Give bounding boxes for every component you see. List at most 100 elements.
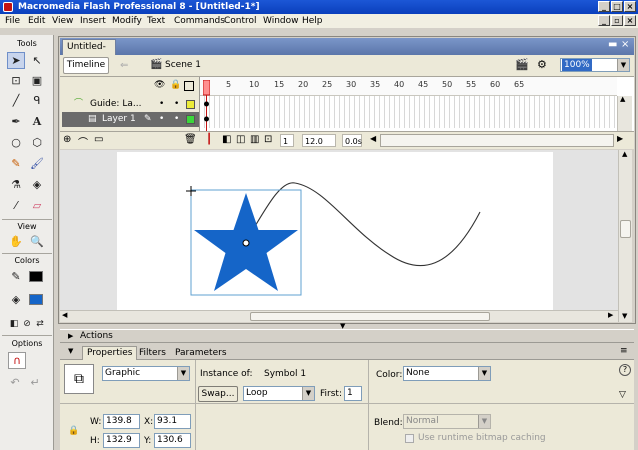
- doc-close-button[interactable]: ×: [624, 15, 636, 26]
- show-hide-eye-icon[interactable]: 👁: [154, 80, 165, 90]
- color-effect-select[interactable]: None ▼: [403, 366, 491, 381]
- stage-artwork[interactable]: [60, 150, 618, 310]
- panel-options-icon[interactable]: ≡: [620, 346, 628, 356]
- swap-button[interactable]: Swap...: [198, 386, 238, 402]
- add-guide-layer-icon[interactable]: ⌒: [78, 134, 88, 149]
- scroll-right-icon[interactable]: ▶: [608, 311, 613, 319]
- back-arrow-icon[interactable]: ⇐: [120, 60, 128, 71]
- visibility-dot[interactable]: •: [159, 112, 164, 127]
- center-frame-icon[interactable]: ┃: [206, 134, 212, 145]
- onion-outlines-icon[interactable]: ◫: [236, 134, 245, 145]
- delete-layer-icon[interactable]: 🗑: [184, 134, 197, 145]
- line-tool-icon[interactable]: ╱: [7, 92, 25, 109]
- doc-minimize-button[interactable]: _: [598, 15, 610, 26]
- menu-file[interactable]: File: [5, 15, 20, 27]
- subselection-tool-icon[interactable]: ↖: [28, 52, 46, 69]
- close-button[interactable]: ×: [624, 1, 636, 12]
- menu-view[interactable]: View: [52, 15, 73, 27]
- menu-edit[interactable]: Edit: [28, 15, 45, 27]
- scroll-up-icon[interactable]: ▲: [622, 150, 627, 158]
- expand-right-icon[interactable]: ▶: [68, 330, 73, 343]
- polystar-tool-icon[interactable]: ⬡: [28, 134, 46, 151]
- visibility-dot[interactable]: •: [159, 97, 164, 112]
- outline-color-swatch[interactable]: [186, 115, 195, 124]
- onion-skin-icon[interactable]: ◧: [222, 134, 231, 145]
- actions-panel-header[interactable]: ▶ Actions: [60, 329, 634, 343]
- edit-multiple-frames-icon[interactable]: ▥: [250, 134, 259, 145]
- width-input[interactable]: 139.8: [103, 414, 140, 429]
- hscroll-thumb[interactable]: [250, 312, 490, 321]
- lock-proportions-icon[interactable]: 🔒: [68, 426, 79, 436]
- menu-text[interactable]: Text: [147, 15, 165, 27]
- layer-row-layer1[interactable]: ▤ Layer 1 ✎ • •: [62, 112, 199, 127]
- menu-help[interactable]: Help: [302, 15, 323, 27]
- stroke-color-swatch[interactable]: [29, 271, 43, 282]
- stage-hscroll[interactable]: ◀ ▶: [60, 310, 618, 322]
- oval-tool-icon[interactable]: ○: [7, 134, 25, 151]
- menu-insert[interactable]: Insert: [80, 15, 106, 27]
- bitmap-caching-checkbox[interactable]: [405, 434, 414, 443]
- doc-restore-icon[interactable]: ▬: [608, 39, 617, 50]
- paint-bucket-tool-icon[interactable]: ◈: [28, 176, 46, 193]
- collapse-down-icon[interactable]: ▼: [68, 347, 73, 355]
- edit-symbols-icon[interactable]: ⚙: [537, 58, 547, 71]
- document-tab[interactable]: Untitled-1*: [62, 39, 116, 66]
- doc-close-icon[interactable]: ×: [621, 39, 629, 50]
- first-frame-input[interactable]: 1: [344, 386, 362, 401]
- x-input[interactable]: 93.1: [154, 414, 191, 429]
- lock-dot[interactable]: •: [174, 97, 179, 112]
- stage-vscroll[interactable]: ▲ ▼: [618, 150, 632, 322]
- timeline-toggle-button[interactable]: Timeline: [63, 57, 109, 74]
- timeline-scroll-left-icon[interactable]: ◀: [370, 134, 376, 143]
- swap-colors-icon[interactable]: ⇄: [31, 315, 49, 332]
- pencil-tool-icon[interactable]: ✎: [7, 155, 25, 172]
- edit-scene-icon[interactable]: 🎬: [515, 58, 529, 71]
- scroll-left-icon[interactable]: ◀: [62, 311, 67, 319]
- eraser-tool-icon[interactable]: ▱: [28, 197, 46, 214]
- hand-tool-icon[interactable]: ✋: [7, 233, 25, 250]
- y-input[interactable]: 130.6: [154, 433, 191, 448]
- layer-row-guide[interactable]: ⌒ Guide: La... • •: [62, 97, 199, 112]
- timeline-scrollbar[interactable]: ▲: [617, 95, 632, 131]
- outline-all-icon[interactable]: [184, 81, 194, 91]
- chevron-down-icon[interactable]: ▼: [478, 415, 490, 428]
- help-icon[interactable]: ?: [619, 364, 631, 376]
- height-input[interactable]: 132.9: [103, 433, 140, 448]
- ink-bottle-tool-icon[interactable]: ⚗: [7, 176, 25, 193]
- vscroll-thumb[interactable]: [620, 220, 631, 238]
- tab-properties[interactable]: Properties: [82, 346, 138, 360]
- insert-folder-icon[interactable]: ▭: [94, 134, 103, 145]
- pen-tool-icon[interactable]: ✒: [7, 113, 25, 130]
- frame-grid[interactable]: [200, 96, 617, 128]
- lasso-tool-icon[interactable]: ᑫ: [28, 92, 46, 109]
- doc-restore-button[interactable]: ▫: [611, 15, 623, 26]
- lock-all-icon[interactable]: 🔒: [170, 80, 181, 90]
- minimize-button[interactable]: _: [598, 1, 610, 12]
- menu-modify[interactable]: Modify: [112, 15, 142, 27]
- text-tool-icon[interactable]: A: [28, 113, 46, 130]
- eyedropper-tool-icon[interactable]: ⁄: [7, 197, 25, 214]
- straighten-icon[interactable]: ↵: [26, 374, 44, 391]
- insert-layer-icon[interactable]: ⊕: [63, 134, 71, 145]
- chevron-down-icon[interactable]: ▼: [302, 387, 314, 400]
- frame-rate-field[interactable]: 12.0 fps: [302, 134, 336, 159]
- menu-window[interactable]: Window: [263, 15, 299, 27]
- scroll-up-icon[interactable]: ▲: [620, 95, 625, 103]
- blend-select[interactable]: Normal ▼: [403, 414, 491, 429]
- zoom-tool-icon[interactable]: 🔍: [28, 233, 46, 250]
- chevron-down-icon[interactable]: ▼: [617, 59, 629, 71]
- timeline-hscroll[interactable]: [380, 134, 614, 147]
- symbol-behavior-select[interactable]: Graphic ▼: [102, 366, 190, 381]
- expand-properties-icon[interactable]: ▽: [619, 390, 626, 400]
- snap-to-objects-icon[interactable]: ∩: [8, 352, 26, 369]
- zoom-select[interactable]: 100% ▼: [560, 58, 630, 72]
- loop-select[interactable]: Loop ▼: [243, 386, 315, 401]
- menu-control[interactable]: Control: [224, 15, 257, 27]
- lock-dot[interactable]: •: [174, 112, 179, 127]
- chevron-down-icon[interactable]: ▼: [478, 367, 490, 380]
- selection-tool-icon[interactable]: ➤: [7, 52, 25, 69]
- gradient-transform-tool-icon[interactable]: ▣: [28, 72, 46, 89]
- free-transform-tool-icon[interactable]: ⊡: [7, 72, 25, 89]
- outline-color-swatch[interactable]: [186, 100, 195, 109]
- chevron-down-icon[interactable]: ▼: [177, 367, 189, 380]
